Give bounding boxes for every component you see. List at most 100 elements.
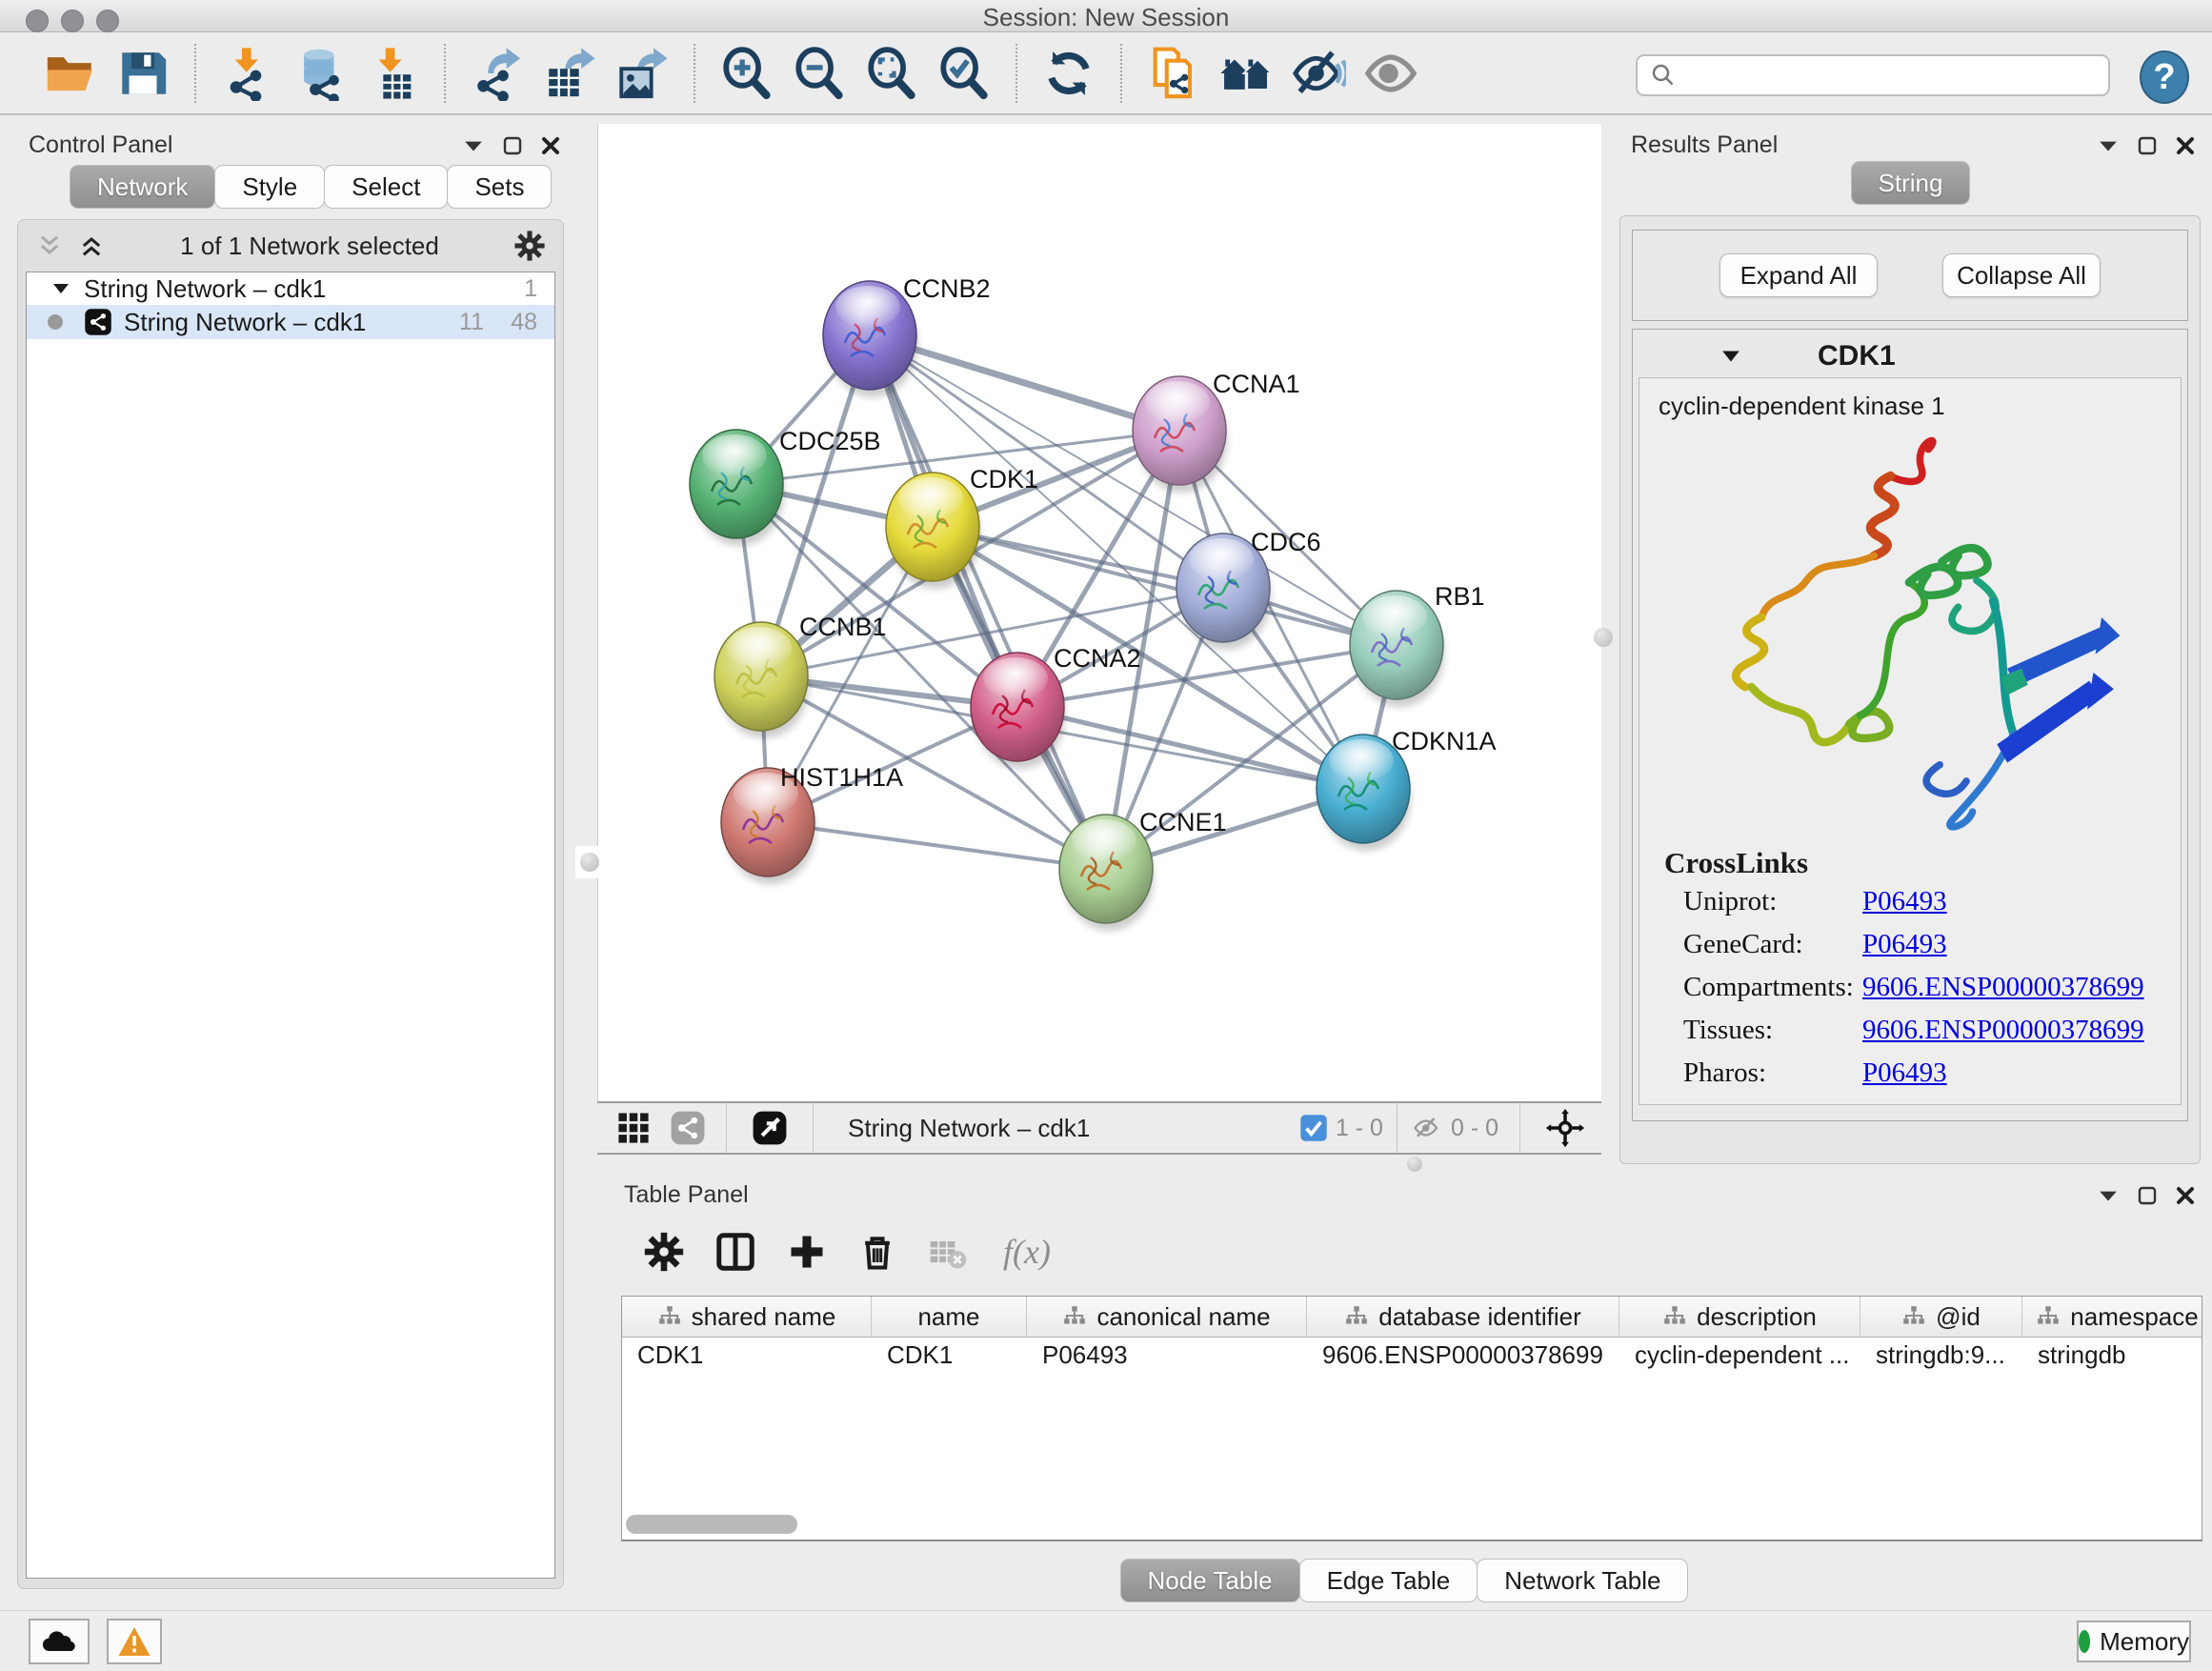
search-box[interactable] [1636,54,2110,96]
maximize-panel-icon[interactable] [2138,1186,2157,1205]
crosslink-link[interactable]: 9606.ENSP00000378699 [1862,972,2144,1003]
edge-CCNB2-CCNE1[interactable] [870,335,1106,869]
table-horizontal-scrollbar[interactable] [626,1515,797,1534]
network-view-share-icon[interactable] [667,1107,709,1149]
tab-select[interactable]: Select [324,165,448,209]
close-panel-icon[interactable] [2176,136,2195,155]
entry-collapse-arrow-icon[interactable] [1720,349,1741,364]
tab-style[interactable]: Style [214,165,325,209]
crosslink-label: Tissues: [1683,1015,1862,1046]
left-splitter-handle[interactable] [575,846,604,878]
import-network-icon[interactable] [220,46,275,101]
expand-all-button[interactable]: Expand All [1719,253,1878,297]
edge-HIST1H1A-CCNE1[interactable] [768,822,1106,869]
selected-checkbox-icon[interactable] [1299,1114,1328,1142]
import-network-from-database-icon[interactable] [292,46,348,101]
float-panel-icon[interactable] [463,138,484,153]
table-cell[interactable]: stringdb [2022,1338,2202,1373]
table-row[interactable]: CDK1CDK1P064939606.ENSP00000378699cyclin… [622,1338,2202,1373]
zoom-fit-icon[interactable] [864,46,919,101]
maximize-panel-icon[interactable] [503,136,522,155]
node-table[interactable]: shared namenamecanonical namedatabase id… [621,1296,2202,1541]
table-options-gear-icon[interactable] [643,1231,685,1273]
horizontal-splitter-handle[interactable] [1398,1155,1431,1174]
table-cell[interactable]: CDK1 [622,1338,872,1373]
column-header-database-identifier[interactable]: database identifier [1307,1297,1619,1337]
help-button[interactable]: ? [2140,50,2189,104]
add-column-icon[interactable] [786,1231,828,1273]
network-row[interactable]: String Network – cdk1 11 48 [27,305,554,339]
edge-CCNA2-CDKN1A[interactable] [1017,707,1363,789]
main-toolbar: ? [0,33,2212,115]
collapse-all-icon[interactable] [35,232,64,259]
node-CCNA2[interactable] [971,653,1065,769]
close-panel-icon[interactable] [2176,1186,2195,1205]
crosslink-link[interactable]: 9606.ENSP00000378699 [1862,1015,2144,1046]
copy-current-style-icon[interactable] [1146,46,1201,101]
zoom-out-icon[interactable] [792,46,847,101]
collection-expand-arrow-icon[interactable] [51,281,70,296]
node-RB1[interactable] [1350,591,1444,707]
collapse-all-button[interactable]: Collapse All [1942,253,2101,297]
grid-view-icon[interactable] [613,1107,654,1149]
show-columns-icon[interactable] [714,1230,757,1274]
function-builder-icon[interactable]: f(x) [1003,1232,1051,1272]
export-table-icon[interactable] [542,46,597,101]
crosslink-link[interactable]: P06493 [1862,929,1947,960]
show-hidden-icon[interactable] [1363,46,1418,101]
column-header-description[interactable]: description [1619,1297,1860,1337]
node-CDC25B[interactable] [690,430,784,546]
node-CCNB1[interactable] [714,622,809,738]
network-view-title: String Network – cdk1 [848,1114,1090,1143]
tab-edge-table[interactable]: Edge Table [1299,1559,1478,1602]
memory-button[interactable]: Memory [2077,1621,2191,1662]
tab-network-table[interactable]: Network Table [1477,1559,1688,1602]
delete-column-icon[interactable] [856,1231,898,1273]
table-cell[interactable]: 9606.ENSP00000378699 [1307,1338,1619,1373]
table-cell[interactable]: CDK1 [872,1338,1027,1373]
network-canvas[interactable]: CCNB2CCNA1CDC25BCDK1CDC6RB1CCNB1CCNA2CDK… [597,124,1601,1101]
network-options-gear-icon[interactable] [513,230,546,262]
cloud-button[interactable] [29,1619,90,1664]
network-collection-row[interactable]: String Network – cdk1 1 [27,272,554,305]
search-input[interactable] [1678,62,2078,89]
import-table-icon[interactable] [365,46,420,101]
float-panel-icon[interactable] [2098,1188,2119,1203]
crosslink-link[interactable]: P06493 [1862,886,1947,917]
warnings-button[interactable] [107,1619,162,1664]
home-panels-icon[interactable] [1218,46,1274,101]
table-cell[interactable]: cyclin-dependent ... [1619,1338,1860,1373]
table-panel-tabs: Node TableEdge TableNetwork Table [597,1559,2212,1602]
hidden-eye-icon[interactable] [1411,1114,1443,1142]
expand-all-icon[interactable] [77,232,106,259]
maximize-panel-icon[interactable] [2138,136,2157,155]
delete-table-icon[interactable] [927,1231,969,1273]
close-panel-icon[interactable] [541,136,560,155]
table-cell[interactable]: P06493 [1027,1338,1307,1373]
tab-network[interactable]: Network [70,165,215,209]
tab-node-table[interactable]: Node Table [1120,1559,1300,1602]
float-panel-icon[interactable] [2098,138,2119,153]
column-header-@id[interactable]: @id [1860,1297,2022,1337]
zoom-selected-icon[interactable] [936,46,992,101]
column-header-name[interactable]: name [872,1297,1027,1337]
export-image-icon[interactable] [614,46,670,101]
open-session-icon[interactable] [43,46,98,101]
zoom-in-icon[interactable] [719,46,774,101]
string-network-graph[interactable]: CCNB2CCNA1CDC25BCDK1CDC6RB1CCNB1CCNA2CDK… [598,124,1602,1101]
control-panel-title: Control Panel [29,131,172,159]
column-header-shared-name[interactable]: shared name [622,1297,872,1337]
hide-selected-icon[interactable] [1291,46,1346,101]
fit-content-crosshair-icon[interactable] [1542,1105,1588,1151]
birdseye-view-icon[interactable] [749,1107,791,1149]
column-header-canonical-name[interactable]: canonical name [1027,1297,1307,1337]
crosslink-link[interactable]: P06493 [1862,1057,1947,1089]
tab-sets[interactable]: Sets [447,165,552,209]
save-session-icon[interactable] [115,46,171,101]
export-network-icon[interactable] [470,46,525,101]
tab-string[interactable]: String [1851,161,1971,205]
table-cell[interactable]: stringdb:9... [1860,1338,2022,1373]
refresh-icon[interactable] [1041,46,1096,101]
column-header-namespace[interactable]: namespace [2022,1297,2202,1337]
node-CDK1[interactable] [886,473,980,589]
